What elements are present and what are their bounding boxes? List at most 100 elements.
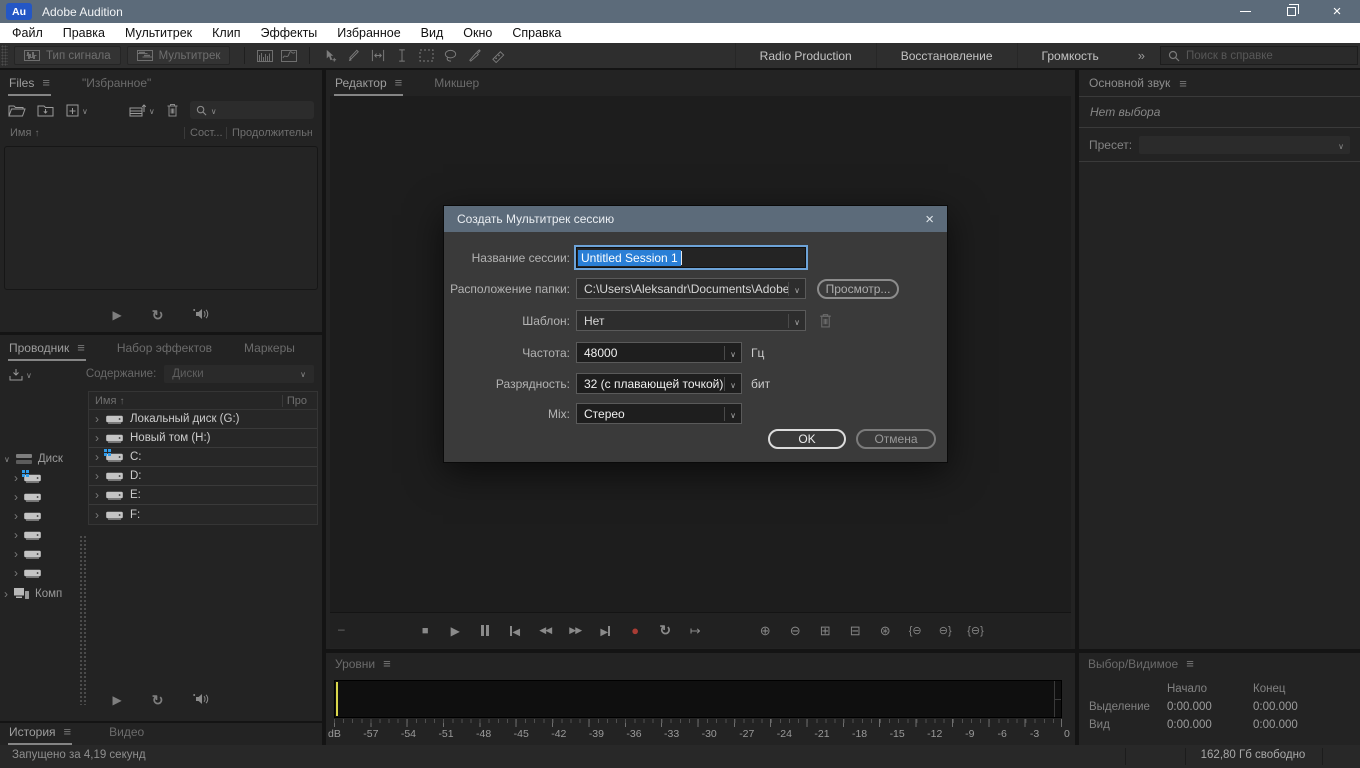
zoom-to-selection-in-button[interactable] (907, 624, 923, 637)
expand-chevron-icon[interactable] (14, 471, 18, 485)
panel-menu-icon[interactable] (64, 724, 72, 739)
workspace-tab-radio-production[interactable]: Radio Production (735, 43, 876, 68)
tree-drive-item[interactable] (14, 506, 42, 525)
tab-explorer[interactable]: Проводник (8, 337, 86, 361)
tab-history[interactable]: История (8, 721, 72, 745)
content-dropdown[interactable]: Диски (164, 365, 314, 383)
drive-list-item[interactable]: F: (89, 505, 317, 524)
level-meter[interactable] (334, 680, 1062, 718)
menu-item[interactable]: Файл (2, 23, 53, 43)
ibeam-tool-icon[interactable] (390, 46, 414, 65)
stop-button[interactable] (417, 625, 433, 637)
record-button[interactable] (627, 623, 643, 638)
go-to-end-button[interactable] (597, 624, 613, 638)
menu-item[interactable]: Справка (502, 23, 571, 43)
zoom-in-button[interactable] (757, 623, 773, 639)
tab-levels[interactable]: Уровни (334, 653, 392, 677)
delete-template-trash-icon[interactable] (819, 313, 832, 328)
preview-autoplay-speaker-icon[interactable] (193, 693, 209, 708)
marquee-selection-tool-icon[interactable] (414, 46, 438, 65)
drive-list-item[interactable]: D: (89, 467, 317, 486)
bit-depth-combo[interactable]: 32 (с плавающей точкой) (576, 373, 742, 394)
expand-chevron-icon[interactable] (95, 450, 99, 464)
tab-markers[interactable]: Маркеры (243, 338, 296, 361)
preview-loop-button[interactable] (152, 307, 164, 324)
expand-collapse-icon[interactable] (4, 453, 10, 465)
expand-chevron-icon[interactable] (95, 469, 99, 483)
dropdown-caret-icon[interactable] (788, 282, 805, 296)
expand-chevron-icon[interactable] (95, 488, 99, 502)
panel-menu-icon[interactable] (77, 340, 85, 355)
tab-selection-view[interactable]: Выбор/Видимое (1087, 653, 1195, 677)
column-duration[interactable]: Продолжительн (226, 127, 312, 139)
expand-chevron-icon[interactable] (14, 547, 18, 561)
tree-drive-item[interactable] (14, 468, 42, 487)
menu-item[interactable]: Избранное (327, 23, 410, 43)
close-button[interactable]: × (1314, 0, 1360, 23)
tab-favorites[interactable]: "Избранное" (81, 73, 152, 96)
menu-item[interactable]: Вид (411, 23, 454, 43)
preset-dropdown[interactable] (1139, 136, 1350, 154)
panel-menu-icon[interactable] (395, 75, 403, 90)
expand-chevron-icon[interactable] (95, 412, 99, 426)
dropdown-caret-icon[interactable] (788, 314, 805, 328)
session-name-input[interactable]: Untitled Session 1 (576, 247, 806, 268)
dialog-titlebar[interactable]: Создать Мультитрек сессию × (444, 206, 947, 232)
column-name[interactable]: Имя (10, 127, 184, 139)
menu-item[interactable]: Мультитрек (115, 23, 202, 43)
zoom-to-selection-out-button[interactable] (937, 624, 953, 637)
expand-chevron-icon[interactable] (95, 431, 99, 445)
folder-location-combo[interactable]: C:\Users\Aleksandr\Documents\Adobe\... (576, 278, 806, 299)
workspace-overflow-chevrons[interactable]: » (1123, 48, 1160, 63)
razor-tool-icon[interactable] (342, 46, 366, 65)
tree-scrollbar[interactable] (79, 535, 87, 705)
play-button[interactable] (447, 624, 463, 638)
preview-play-button[interactable] (113, 693, 122, 707)
zoom-out-button[interactable] (787, 623, 803, 639)
selection-end-value[interactable]: 0:00.000 (1253, 701, 1343, 713)
panel-menu-icon[interactable] (1186, 656, 1194, 671)
zoom-reset-button[interactable] (877, 623, 893, 639)
delete-trash-icon[interactable] (166, 103, 179, 117)
menu-item[interactable]: Правка (53, 23, 115, 43)
skip-selection-button[interactable] (687, 623, 703, 639)
insert-into-multitrack-icon[interactable] (129, 103, 155, 117)
tab-editor[interactable]: Редактор (334, 72, 403, 96)
view-start-value[interactable]: 0:00.000 (1167, 719, 1253, 731)
expand-chevron-icon[interactable] (14, 528, 18, 542)
restore-button[interactable] (1268, 0, 1314, 23)
new-item-icon[interactable] (66, 103, 88, 117)
preview-play-button[interactable] (113, 308, 122, 322)
ok-button[interactable]: OK (768, 429, 846, 449)
menu-item[interactable]: Клип (202, 23, 250, 43)
drive-list-item[interactable]: Новый том (H:) (89, 429, 317, 448)
expand-chevron-icon[interactable] (4, 587, 8, 601)
toolbar-grip[interactable] (1, 45, 8, 66)
view-end-value[interactable]: 0:00.000 (1253, 719, 1343, 731)
expand-chevron-icon[interactable] (14, 490, 18, 504)
waveform-view-button[interactable]: Тип сигнала (14, 46, 121, 65)
tree-drive-item[interactable] (14, 544, 42, 563)
drive-list-item[interactable]: Локальный диск (G:) (89, 410, 317, 429)
dropdown-caret-icon[interactable] (724, 346, 741, 360)
paintbrush-tool-icon[interactable] (462, 46, 486, 65)
move-tool-icon[interactable] (318, 46, 342, 65)
panel-menu-icon[interactable] (383, 656, 391, 671)
tab-essential-sound[interactable]: Основной звук (1089, 76, 1170, 90)
tab-effects-rack[interactable]: Набор эффектов (116, 338, 213, 361)
lasso-selection-tool-icon[interactable] (438, 46, 462, 65)
expand-chevron-icon[interactable] (95, 508, 99, 522)
zoom-to-selection-button[interactable] (967, 624, 984, 637)
sample-rate-combo[interactable]: 48000 (576, 342, 742, 363)
workspace-tab-restoration[interactable]: Восстановление (876, 43, 1017, 68)
import-into-files-icon[interactable] (8, 367, 32, 381)
spectral-frequency-display-icon[interactable] (253, 46, 277, 65)
template-combo[interactable]: Нет (576, 310, 806, 331)
drive-list-item[interactable]: C: (89, 448, 317, 467)
preview-loop-button[interactable] (152, 692, 164, 709)
spectral-pitch-display-icon[interactable] (277, 46, 301, 65)
files-search-box[interactable] (190, 101, 314, 119)
pause-button[interactable] (477, 625, 493, 636)
tree-drive-item[interactable] (14, 487, 42, 506)
open-folder-icon[interactable] (8, 104, 26, 117)
